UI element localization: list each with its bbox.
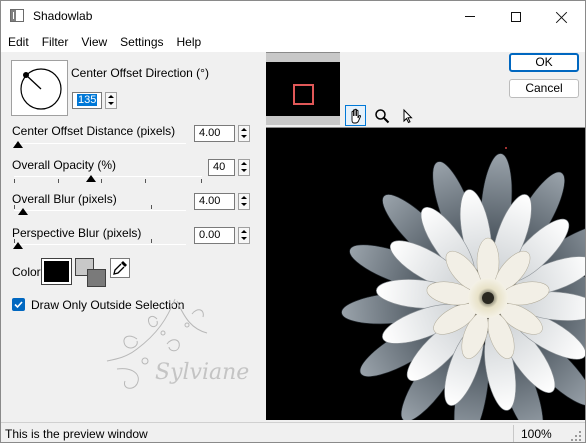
magnifier-icon: [374, 108, 389, 123]
thumbnail-viewport-marker[interactable]: [293, 84, 314, 105]
eyedropper-icon: [113, 261, 127, 275]
spin-up-icon[interactable]: [106, 93, 116, 100]
offset-distance-thumb[interactable]: [13, 141, 23, 148]
slider-tick: [14, 205, 15, 209]
menu-filter[interactable]: Filter: [35, 32, 75, 52]
minimize-button[interactable]: [447, 1, 493, 32]
perspective-input[interactable]: 0.00: [194, 227, 235, 244]
menu-bar: Edit Filter View Settings Help: [1, 32, 585, 52]
direction-dial[interactable]: [11, 60, 68, 116]
close-icon: [556, 11, 568, 23]
blur-slider[interactable]: [14, 210, 186, 211]
perspective-spinner[interactable]: [238, 227, 250, 244]
spin-down-icon[interactable]: [239, 133, 249, 140]
opacity-thumb[interactable]: [86, 175, 96, 182]
thumbnail-band: [266, 53, 340, 62]
opacity-input[interactable]: 40: [208, 159, 235, 176]
resize-grip-icon[interactable]: [571, 431, 581, 441]
spin-down-icon[interactable]: [239, 201, 249, 208]
zoom-level: 100%: [521, 427, 552, 441]
watermark-text: Sylviane: [155, 360, 249, 385]
shadowlab-window: Shadowlab Edit Filter View Settings Help…: [0, 0, 586, 443]
spin-up-icon[interactable]: [239, 160, 249, 167]
maximize-button[interactable]: [493, 1, 539, 32]
slider-tick: [151, 205, 152, 209]
flower-preview-image: [266, 128, 585, 420]
slider-tick: [151, 239, 152, 243]
slider-tick: [201, 179, 202, 183]
preview-thumbnail[interactable]: [266, 52, 340, 125]
spin-up-icon[interactable]: [239, 194, 249, 201]
status-separator: [513, 425, 514, 442]
direction-input[interactable]: 135: [72, 92, 102, 109]
thumbnail-band: [266, 116, 340, 125]
maximize-icon: [511, 11, 521, 22]
spin-down-icon[interactable]: [239, 235, 249, 242]
slider-tick: [58, 179, 59, 183]
slider-tick: [101, 179, 102, 183]
offset-distance-input[interactable]: 4.00: [194, 125, 235, 142]
blur-thumb[interactable]: [18, 208, 28, 215]
color-front-square: [87, 269, 106, 287]
draw-outside-checkbox[interactable]: [12, 298, 25, 311]
status-text: This is the preview window: [5, 427, 148, 441]
title-bar: Shadowlab: [1, 1, 585, 32]
spin-down-icon[interactable]: [239, 167, 249, 174]
cancel-button[interactable]: Cancel: [509, 79, 579, 98]
perspective-label: Perspective Blur (pixels): [12, 226, 142, 240]
color-label: Color: [12, 265, 41, 279]
direction-value: 135: [77, 94, 98, 106]
status-bar: This is the preview window 100%: [1, 422, 585, 442]
window-title: Shadowlab: [33, 9, 93, 23]
menu-settings[interactable]: Settings: [113, 32, 169, 52]
spin-up-icon[interactable]: [239, 228, 249, 235]
offset-distance-slider[interactable]: [14, 143, 186, 144]
offset-distance-label: Center Offset Distance (pixels): [12, 124, 176, 138]
slider-tick: [145, 179, 146, 183]
color-swatch-fill: [44, 261, 69, 282]
direction-label: Center Offset Direction (°): [71, 66, 209, 80]
select-tool-button[interactable]: [397, 105, 418, 126]
menu-help[interactable]: Help: [170, 32, 208, 52]
perspective-slider[interactable]: [14, 244, 186, 245]
eyedropper-button[interactable]: [110, 258, 130, 278]
slider-tick: [14, 179, 15, 183]
opacity-label: Overall Opacity (%): [12, 158, 117, 172]
direction-spinner[interactable]: [105, 92, 117, 109]
close-button[interactable]: [539, 1, 585, 32]
spin-down-icon[interactable]: [106, 100, 116, 107]
offset-distance-spinner[interactable]: [238, 125, 250, 142]
blur-spinner[interactable]: [238, 193, 250, 210]
menu-view[interactable]: View: [74, 32, 113, 52]
blur-input[interactable]: 4.00: [194, 193, 235, 210]
direction-dial-icon: [20, 68, 62, 110]
arrow-pointer-icon: [403, 108, 413, 123]
pan-tool-button[interactable]: [345, 105, 366, 126]
color-mix-button[interactable]: [75, 258, 107, 288]
app-icon: [10, 9, 24, 22]
opacity-slider[interactable]: [14, 176, 202, 177]
menu-edit[interactable]: Edit: [1, 32, 35, 52]
checkmark-icon: [14, 301, 23, 309]
ok-button[interactable]: OK: [509, 53, 579, 72]
preview-window[interactable]: [266, 127, 585, 420]
perspective-thumb[interactable]: [13, 242, 23, 249]
blur-label: Overall Blur (pixels): [12, 192, 117, 206]
watermark-logo: Sylviane: [97, 289, 267, 414]
color-swatch[interactable]: [41, 258, 72, 285]
hand-icon: [351, 108, 361, 123]
opacity-spinner[interactable]: [238, 159, 250, 176]
zoom-tool-button[interactable]: [371, 105, 392, 126]
minimize-icon: [465, 16, 475, 17]
spin-up-icon[interactable]: [239, 126, 249, 133]
